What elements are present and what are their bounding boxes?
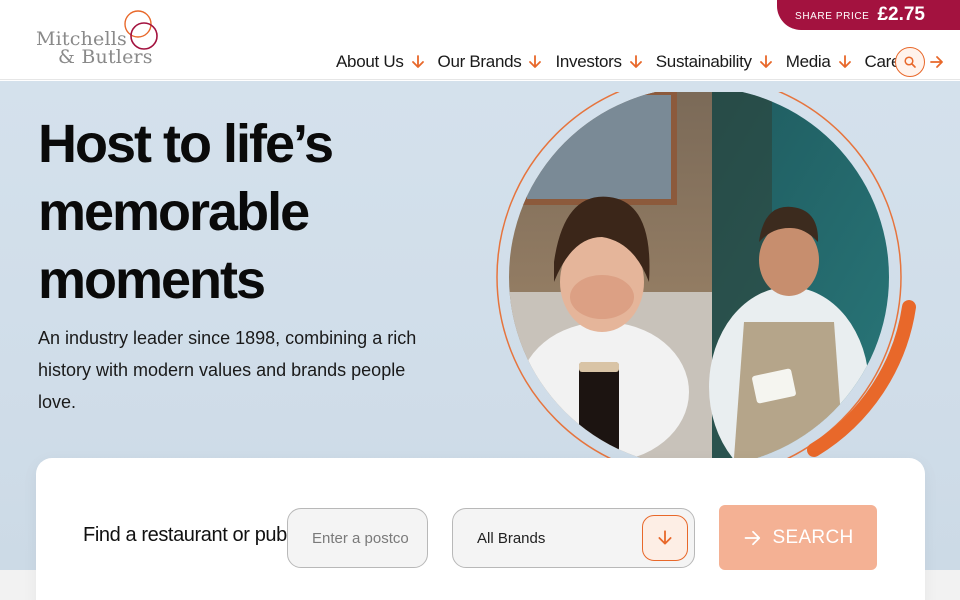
search-submit-button[interactable]: SEARCH xyxy=(719,505,877,570)
nav-label: Investors xyxy=(555,52,622,71)
hero-photo xyxy=(484,74,924,480)
postcode-input[interactable] xyxy=(287,508,428,568)
chevron-down-icon xyxy=(758,54,774,70)
chevron-down-icon xyxy=(527,54,543,70)
search-icon xyxy=(904,56,916,68)
arrow-right-icon xyxy=(743,528,763,548)
logo-rings-icon xyxy=(124,10,158,50)
nav-sustainability[interactable]: Sustainability xyxy=(656,52,774,72)
share-price-banner[interactable]: SHARE PRICE £2.75 xyxy=(777,0,960,30)
nav-label: Media xyxy=(785,52,831,71)
chevron-down-icon xyxy=(658,530,672,545)
hero-title-line: moments xyxy=(38,250,266,310)
header-search-button[interactable] xyxy=(895,47,925,77)
nav-about-us[interactable]: About Us xyxy=(336,52,426,72)
chevron-down-icon xyxy=(628,54,644,70)
nav-label: Our Brands xyxy=(437,52,522,71)
finder-label: Find a restaurant or pub xyxy=(83,524,287,546)
brand-select[interactable]: All Brands xyxy=(452,508,695,568)
site-header: Mitchells & Butlers SHARE PRICE £2.75 Ab… xyxy=(0,0,960,80)
hero-photo-illustration xyxy=(496,74,916,480)
nav-investors[interactable]: Investors xyxy=(555,52,643,72)
nav-media[interactable]: Media xyxy=(786,52,853,72)
share-price-value: £2.75 xyxy=(877,4,925,25)
hero-title-line: memorable xyxy=(38,182,310,242)
restaurant-finder: Find a restaurant or pub All Brands SEAR… xyxy=(36,458,925,600)
hero-subtitle: An industry leader since 1898, combining… xyxy=(38,328,417,412)
chevron-down-icon xyxy=(410,54,426,70)
nav-label: About Us xyxy=(336,52,404,71)
mitchells-butlers-logo[interactable]: Mitchells & Butlers xyxy=(34,8,164,70)
hero-title-line: Host to life’s xyxy=(38,114,334,174)
arrow-right-icon xyxy=(929,54,945,70)
nav-label: Sustainability xyxy=(655,52,752,71)
hero-title: Host to life’s memorable moments xyxy=(38,110,418,314)
brand-dropdown-button[interactable] xyxy=(642,515,688,561)
main-nav: About Us Our Brands Investors Sustainabi… xyxy=(336,48,957,76)
search-submit-label: SEARCH xyxy=(772,526,854,548)
share-price-label: SHARE PRICE xyxy=(795,11,870,22)
brand-select-value: All Brands xyxy=(477,529,546,547)
chevron-down-icon xyxy=(837,54,853,70)
nav-our-brands[interactable]: Our Brands xyxy=(438,52,544,72)
